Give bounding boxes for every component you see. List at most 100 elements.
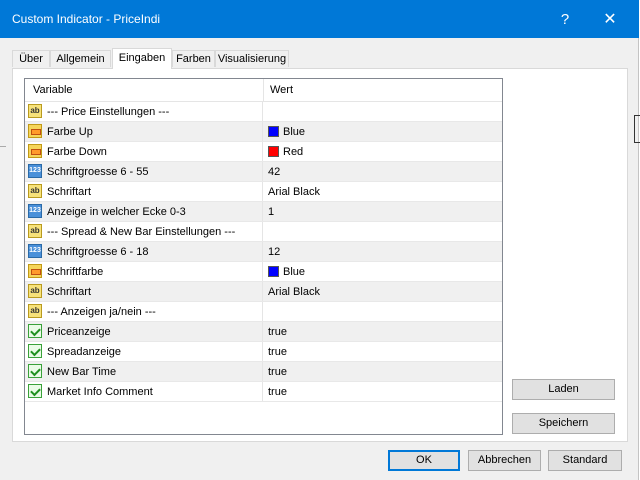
tab-farben[interactable]: Farben: [172, 50, 215, 67]
variable-cell: New Bar Time: [25, 362, 263, 381]
column-header-variable[interactable]: Variable: [33, 84, 73, 96]
table-row[interactable]: 123 Schriftgroesse 6 - 18 12: [25, 242, 502, 262]
variable-name: New Bar Time: [47, 366, 117, 378]
table-row[interactable]: Farbe Up Blue: [25, 122, 502, 142]
ok-button[interactable]: OK: [388, 450, 460, 471]
value-cell[interactable]: true: [264, 362, 502, 381]
table-row[interactable]: Farbe Down Red: [25, 142, 502, 162]
value-cell[interactable]: [264, 302, 502, 321]
value-cell[interactable]: Red: [264, 142, 502, 161]
load-button[interactable]: Laden: [512, 379, 615, 400]
close-button[interactable]: ✕: [590, 0, 630, 38]
value-cell[interactable]: [264, 222, 502, 241]
value-cell[interactable]: true: [264, 342, 502, 361]
value-cell[interactable]: Blue: [264, 262, 502, 281]
variable-name: Schriftart: [47, 286, 92, 298]
string-icon: ab: [28, 304, 42, 318]
value-cell[interactable]: 42: [264, 162, 502, 181]
value-cell[interactable]: true: [264, 382, 502, 401]
variable-cell: ab --- Anzeigen ja/nein ---: [25, 302, 263, 321]
value-text: Blue: [283, 126, 306, 138]
variable-cell: ab --- Spread & New Bar Einstellungen ---: [25, 222, 263, 241]
value-text: Arial Black: [268, 286, 320, 298]
variable-cell: 123 Schriftgroesse 6 - 55: [25, 162, 263, 181]
tab-uber[interactable]: Über: [12, 50, 50, 67]
value-text: true: [268, 386, 287, 398]
variable-cell: Market Info Comment: [25, 382, 263, 401]
value-cell[interactable]: Arial Black: [264, 182, 502, 201]
window-title: Custom Indicator - PriceIndi: [12, 12, 161, 26]
table-row[interactable]: ab --- Price Einstellungen ---: [25, 102, 502, 122]
value-cell[interactable]: 1: [264, 202, 502, 221]
string-icon: ab: [28, 284, 42, 298]
color-swatch: [268, 146, 279, 157]
variable-name: Farbe Up: [47, 126, 93, 138]
column-separator[interactable]: [263, 79, 264, 101]
color-icon: [28, 264, 42, 278]
value-text: 42: [268, 166, 281, 178]
table-row[interactable]: ab Schriftart Arial Black: [25, 282, 502, 302]
value-text: Arial Black: [268, 186, 320, 198]
custom-indicator-dialog: Custom Indicator - PriceIndi ? ✕ Über Al…: [0, 0, 639, 480]
variable-cell: 123 Anzeige in welcher Ecke 0-3: [25, 202, 263, 221]
value-text: Blue: [283, 266, 306, 278]
tab-allgemein[interactable]: Allgemein: [50, 50, 111, 67]
variable-cell: Farbe Down: [25, 142, 263, 161]
variable-cell: Farbe Up: [25, 122, 263, 141]
number-icon: 123: [28, 164, 42, 178]
value-cell[interactable]: [264, 102, 502, 121]
value-cell[interactable]: Blue: [264, 122, 502, 141]
variable-cell: ab Schriftart: [25, 182, 263, 201]
value-cell[interactable]: true: [264, 322, 502, 341]
default-button[interactable]: Standard: [548, 450, 622, 471]
variable-name: Schriftart: [47, 186, 92, 198]
variable-name: --- Price Einstellungen ---: [47, 106, 170, 118]
value-text: true: [268, 366, 287, 378]
help-button[interactable]: ?: [545, 0, 585, 38]
color-swatch: [268, 266, 279, 277]
background-window-edge: [634, 115, 640, 143]
color-icon: [28, 124, 42, 138]
variable-cell: 123 Schriftgroesse 6 - 18: [25, 242, 263, 261]
title-bar: Custom Indicator - PriceIndi ? ✕: [0, 0, 639, 38]
variable-name: Farbe Down: [47, 146, 107, 158]
variable-name: Priceanzeige: [47, 326, 111, 338]
table-row[interactable]: ab Schriftart Arial Black: [25, 182, 502, 202]
variable-name: Schriftgroesse 6 - 55: [47, 166, 149, 178]
value-text: true: [268, 346, 287, 358]
number-icon: 123: [28, 204, 42, 218]
inputs-grid[interactable]: Variable Wert ab --- Price Einstellungen …: [24, 78, 503, 435]
table-row[interactable]: ab --- Anzeigen ja/nein ---: [25, 302, 502, 322]
table-row[interactable]: New Bar Time true: [25, 362, 502, 382]
tab-visualisierung[interactable]: Visualisierung: [215, 50, 289, 67]
variable-cell: Spreadanzeige: [25, 342, 263, 361]
column-header-value[interactable]: Wert: [270, 84, 293, 96]
variable-name: Spreadanzeige: [47, 346, 122, 358]
table-row[interactable]: Market Info Comment true: [25, 382, 502, 402]
value-text: Red: [283, 146, 304, 158]
cancel-button[interactable]: Abbrechen: [468, 450, 541, 471]
table-row[interactable]: 123 Schriftgroesse 6 - 55 42: [25, 162, 502, 182]
table-row[interactable]: 123 Anzeige in welcher Ecke 0-3 1: [25, 202, 502, 222]
string-icon: ab: [28, 184, 42, 198]
value-text: true: [268, 326, 287, 338]
value-cell[interactable]: 12: [264, 242, 502, 261]
bool-icon: [28, 364, 42, 378]
variable-cell: ab Schriftart: [25, 282, 263, 301]
value-text: 12: [268, 246, 281, 258]
tab-eingaben[interactable]: Eingaben: [112, 48, 172, 69]
table-row[interactable]: Priceanzeige true: [25, 322, 502, 342]
grid-header: Variable Wert: [25, 79, 502, 102]
value-cell[interactable]: Arial Black: [264, 282, 502, 301]
number-icon: 123: [28, 244, 42, 258]
table-row[interactable]: Schriftfarbe Blue: [25, 262, 502, 282]
bool-icon: [28, 384, 42, 398]
background-line: [0, 146, 6, 147]
table-row[interactable]: ab --- Spread & New Bar Einstellungen ---: [25, 222, 502, 242]
variable-name: Anzeige in welcher Ecke 0-3: [47, 206, 186, 218]
grid-rows: ab --- Price Einstellungen --- Farbe Up Blu…: [25, 102, 502, 402]
save-button[interactable]: Speichern: [512, 413, 615, 434]
variable-name: --- Anzeigen ja/nein ---: [47, 306, 156, 318]
variable-cell: Schriftfarbe: [25, 262, 263, 281]
table-row[interactable]: Spreadanzeige true: [25, 342, 502, 362]
